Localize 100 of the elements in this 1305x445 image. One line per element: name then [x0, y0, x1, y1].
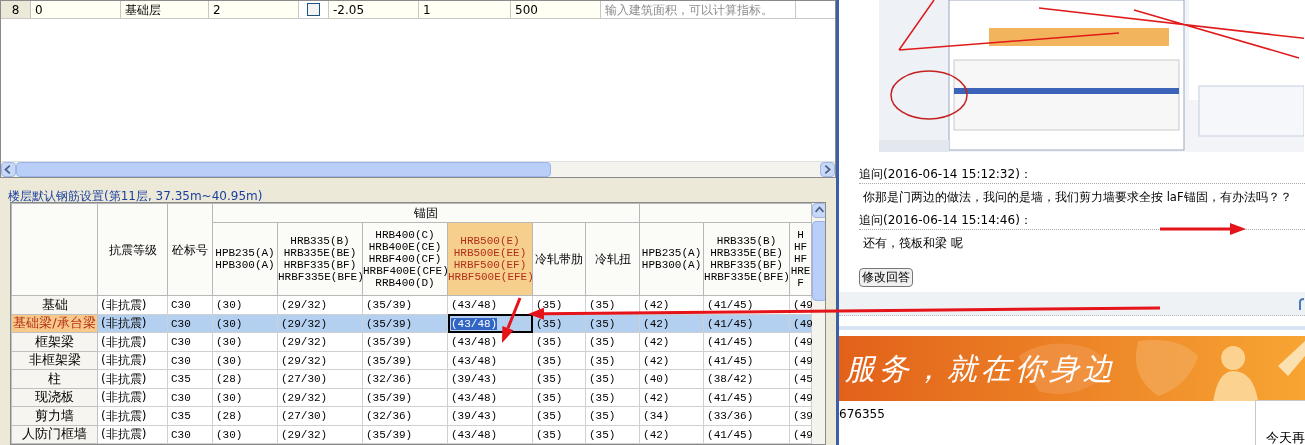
table-cell: (32/36) — [366, 410, 413, 423]
table-cell: (非抗震) — [101, 353, 147, 368]
table-cell: (35) — [589, 299, 616, 312]
column-header: 冷轧带肋 — [532, 222, 586, 296]
table-cell: (49 — [793, 391, 813, 404]
table-cell: (42) — [643, 428, 670, 441]
table-cell: (35) — [536, 336, 563, 349]
table-cell: (29/32) — [281, 391, 328, 404]
table-cell: (49 — [793, 336, 813, 349]
banner-slogan: 服务，就在你身边 — [844, 350, 1117, 388]
table-cell: (41/45) — [707, 391, 754, 404]
table-cell: 1 — [419, 1, 511, 18]
column-header: HPB235(A) HPB300(A) — [639, 222, 704, 296]
scroll-up-button[interactable] — [812, 203, 825, 218]
phone-number: 676355 — [839, 406, 885, 423]
followup-text: 还有，筏板和梁 呢 — [862, 235, 963, 252]
table-cell: (42) — [643, 317, 670, 330]
table-cell: (41/45) — [707, 317, 754, 330]
table-cell: (非抗震) — [101, 371, 147, 386]
table-cell: (非抗震) — [101, 334, 147, 349]
table-cell: (28) — [216, 373, 243, 386]
table-cell: (42) — [643, 391, 670, 404]
table-cell: (35) — [589, 354, 616, 367]
table-cell: (41/45) — [707, 299, 754, 312]
table-cell: (49 — [793, 317, 813, 330]
table-cell: (43/48) — [451, 299, 498, 312]
table-cell: (33/36) — [707, 410, 754, 423]
table-cell: 500 — [511, 1, 601, 18]
table-cell: (42) — [643, 336, 670, 349]
table-cell: (45 — [793, 373, 813, 386]
table-cell: (35) — [589, 373, 616, 386]
table-cell: (42) — [643, 299, 670, 312]
edit-answer-button[interactable]: 修改回答 — [859, 268, 913, 287]
table-cell: C30 — [171, 299, 191, 312]
table-cell: 基础层 — [121, 1, 209, 18]
scroll-right-button[interactable] — [820, 162, 835, 177]
table-cell: (35) — [589, 317, 616, 330]
table-cell: (28) — [216, 410, 243, 423]
table-cell: C35 — [171, 373, 191, 386]
table-cell: 2 — [209, 1, 299, 18]
link-icon[interactable] — [1299, 297, 1305, 310]
column-header: 砼标号 — [172, 242, 208, 257]
table-cell: (43/48) — [451, 317, 498, 330]
table-cell: (非抗震) — [101, 297, 147, 312]
table-cell: (35) — [536, 428, 563, 441]
table-cell: (29/32) — [281, 428, 328, 441]
table-cell: C30 — [171, 428, 191, 441]
table-cell: C30 — [171, 354, 191, 367]
hint-text: 输入建筑面积，可以计算指标。 — [601, 1, 796, 18]
table-cell: (35) — [536, 354, 563, 367]
followup-text: 你那是门两边的做法，我问的是墙，我们剪力墙要求全按 laF锚固，有办法吗？？ — [862, 189, 1292, 206]
table-cell: (49 — [793, 354, 813, 367]
column-header: HPB235(A) HPB300(A) — [212, 222, 278, 296]
popup-text: 今天再 — [1266, 430, 1305, 445]
table-cell: (29/32) — [281, 317, 328, 330]
table-cell: (30) — [216, 428, 243, 441]
table-cell: (35) — [536, 410, 563, 423]
table-cell: (30) — [216, 336, 243, 349]
table-cell: (35/39) — [366, 391, 413, 404]
table-cell: (39/43) — [451, 373, 498, 386]
table-cell: (34) — [643, 410, 670, 423]
table-cell: (非抗震) — [101, 408, 147, 423]
scrollbar-thumb[interactable] — [16, 162, 551, 177]
table-cell: (35/39) — [366, 317, 413, 330]
table-cell: (35) — [589, 336, 616, 349]
scrollbar-thumb[interactable] — [812, 221, 825, 301]
table-cell: (43/48) — [451, 391, 498, 404]
table-cell: (49 — [793, 428, 813, 441]
table-cell: (41/45) — [707, 354, 754, 367]
table-cell: (30) — [216, 317, 243, 330]
table-cell: (35/39) — [366, 354, 413, 367]
table-cell: (29/32) — [281, 354, 328, 367]
table-cell: (43/48) — [451, 428, 498, 441]
followup-label: 追问(2016-06-14 15:12:32)： — [859, 164, 1305, 184]
table-cell: (40) — [643, 373, 670, 386]
table-cell: (29/32) — [281, 336, 328, 349]
table-cell: (32/36) — [366, 373, 413, 386]
scroll-left-button[interactable] — [1, 162, 16, 177]
annotation-arrow — [502, 297, 522, 343]
column-header: HRB400(C) HRB400E(CE) HRBF400(CF) HRBF400E(CFE) RRB400(D) — [362, 222, 448, 296]
table-cell: (41/45) — [707, 428, 754, 441]
table-cell: -2.05 — [329, 1, 419, 18]
table-cell: (35) — [589, 428, 616, 441]
column-header: 冷轧扭 — [585, 222, 640, 296]
table-cell: (39 — [793, 410, 813, 423]
table-cell: (43/48) — [451, 354, 498, 367]
table-cell: (30) — [216, 391, 243, 404]
column-header: 抗震等级 — [108, 242, 157, 257]
table-cell: (35/39) — [366, 299, 413, 312]
section-title: 楼层默认钢筋设置(第11层, 37.35m~40.95m) — [8, 189, 263, 203]
table-cell: (41/45) — [707, 336, 754, 349]
table-cell: (42) — [643, 354, 670, 367]
table-cell: (35) — [536, 373, 563, 386]
row-number: 8 — [1, 1, 31, 18]
table-cell: (非抗震) — [101, 427, 147, 442]
checkbox[interactable] — [307, 3, 320, 16]
table-cell: (27/30) — [281, 373, 328, 386]
table-cell: (35) — [589, 410, 616, 423]
table-cell: (35) — [536, 391, 563, 404]
column-header: HRB335(B) HRB335E(BE) HRBF335(BF) HRBF335E(BFE) — [703, 222, 790, 296]
